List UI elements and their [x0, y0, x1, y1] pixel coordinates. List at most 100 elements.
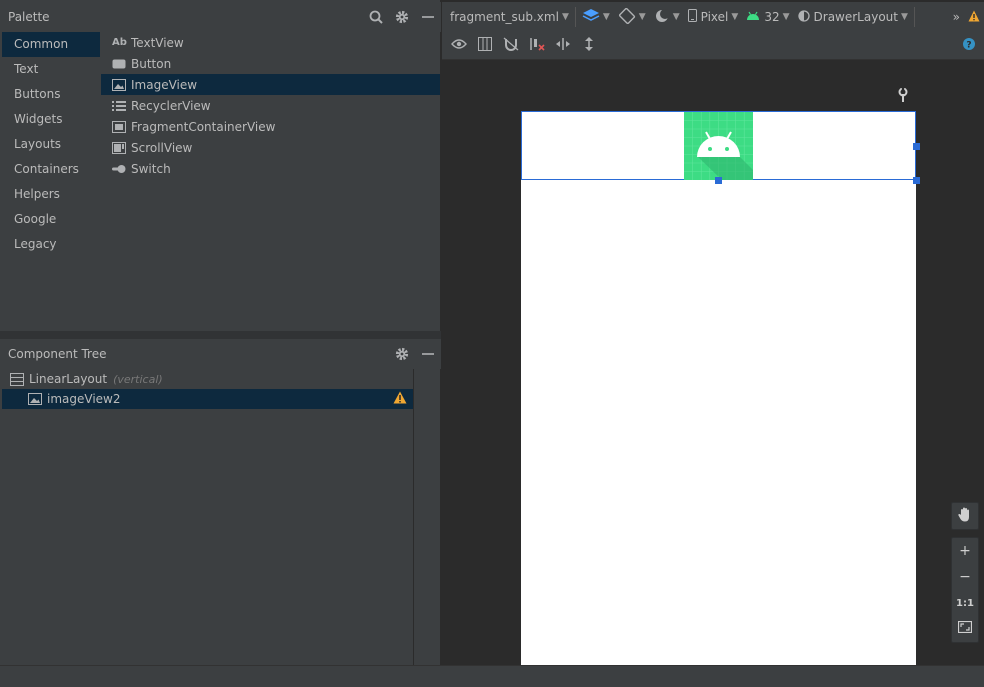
widget-fragmentcontainerview[interactable]: FragmentContainerView — [101, 116, 440, 137]
vertical-guideline-button[interactable] — [576, 32, 602, 60]
widget-imageview[interactable]: ImageView — [101, 74, 440, 95]
status-bar — [0, 665, 984, 687]
chevron-down-icon: ▼ — [900, 12, 908, 22]
zoom-group: + − 1:1 — [951, 537, 979, 643]
autoconnect-button[interactable] — [498, 32, 524, 60]
design-surface-button[interactable]: ▼ — [578, 2, 614, 32]
component-tree-header: Component Tree — [0, 339, 441, 369]
widget-scrollview[interactable]: ScrollView — [101, 137, 440, 158]
night-mode-button[interactable]: ▼ — [650, 2, 684, 32]
widget-label: ScrollView — [131, 140, 193, 155]
category-google[interactable]: Google — [2, 207, 100, 232]
imageview-icon — [28, 392, 44, 406]
svg-text:?: ? — [966, 41, 971, 51]
widget-label: RecyclerView — [131, 98, 211, 113]
widget-label: ImageView — [131, 77, 198, 92]
minimize-icon[interactable] — [415, 2, 441, 32]
phone-icon — [687, 9, 697, 25]
widget-button[interactable]: Button — [101, 53, 440, 74]
zoom-in-button[interactable]: + — [952, 538, 978, 564]
minimize-icon[interactable] — [415, 339, 441, 369]
recyclerview-icon — [112, 99, 129, 113]
help-icon: ? — [963, 38, 975, 53]
magnet-off-icon — [503, 37, 519, 54]
pan-button[interactable] — [952, 503, 978, 529]
palette-categories: Common Text Buttons Widgets Layouts Cont… — [2, 32, 100, 330]
widget-label: FragmentContainerView — [131, 119, 276, 134]
api-level: 32 — [764, 10, 780, 24]
palette-header: Palette — [0, 2, 441, 32]
left-panel: Palette Common Text Buttons Widgets Layo… — [0, 0, 441, 665]
tree-item-linearlayout[interactable]: LinearLayout (vertical) — [2, 369, 413, 389]
pan-group — [951, 502, 979, 530]
device-screen[interactable] — [521, 111, 920, 665]
help-button[interactable]: ? — [956, 32, 982, 60]
overflow-icon: » — [952, 10, 960, 24]
fit-screen-icon — [957, 620, 973, 637]
category-buttons[interactable]: Buttons — [2, 82, 100, 107]
gear-icon[interactable] — [389, 2, 415, 32]
warning-icon[interactable] — [393, 391, 407, 407]
chevron-down-icon: ▼ — [638, 12, 646, 22]
search-icon[interactable] — [363, 2, 389, 32]
imageview-preview[interactable] — [684, 112, 753, 180]
widget-label: Switch — [131, 161, 171, 176]
linearlayout-icon — [10, 372, 26, 386]
android-icon — [684, 112, 753, 180]
wrench-icon[interactable] — [897, 87, 909, 105]
horizontal-guideline-button[interactable] — [550, 32, 576, 60]
layout-toolbar: ? — [442, 32, 984, 60]
resize-handle-right[interactable] — [913, 143, 920, 150]
button-icon — [112, 57, 129, 71]
device-selector[interactable]: Pixel ▼ — [684, 2, 743, 32]
design-canvas[interactable]: + − 1:1 — [442, 60, 984, 665]
tree-item-label: LinearLayout — [29, 372, 108, 386]
device-name: Pixel — [700, 10, 729, 24]
tree-item-label: imageView2 — [47, 392, 121, 406]
imageview-icon — [112, 78, 129, 92]
widget-label: Button — [131, 56, 172, 71]
resize-handle-bottom[interactable] — [715, 177, 722, 184]
clear-constraints-button[interactable] — [524, 32, 550, 60]
eye-icon — [451, 38, 467, 53]
zoom-out-button[interactable]: − — [952, 564, 978, 590]
zoom-actual-button[interactable]: 1:1 — [952, 590, 978, 616]
moon-icon — [654, 8, 670, 27]
hand-icon — [958, 507, 972, 526]
category-helpers[interactable]: Helpers — [2, 182, 100, 207]
palette-title: Palette — [8, 10, 50, 24]
horizontal-resize-icon — [555, 37, 571, 54]
panel-splitter[interactable] — [0, 331, 441, 339]
orientation-button[interactable]: ▼ — [614, 2, 650, 32]
category-widgets[interactable]: Widgets — [2, 107, 100, 132]
overflow-button[interactable]: » — [949, 2, 964, 32]
theme-name: DrawerLayout — [813, 10, 898, 24]
view-options-button[interactable] — [446, 32, 472, 60]
category-text[interactable]: Text — [2, 57, 100, 82]
widget-switch[interactable]: Switch — [101, 158, 440, 179]
theme-selector[interactable]: DrawerLayout ▼ — [794, 2, 912, 32]
category-legacy[interactable]: Legacy — [2, 232, 100, 257]
theme-icon — [797, 9, 810, 25]
file-selector[interactable]: fragment_sub.xml ▼ — [442, 2, 573, 32]
switch-icon — [112, 162, 129, 176]
tree-item-imageview2[interactable]: imageView2 — [2, 389, 413, 409]
chevron-down-icon: ▼ — [672, 12, 680, 22]
category-containers[interactable]: Containers — [2, 157, 100, 182]
category-common[interactable]: Common — [2, 32, 100, 57]
blueprint-button[interactable] — [472, 32, 498, 60]
tree-item-hint: (vertical) — [113, 372, 163, 386]
zoom-fit-button[interactable] — [952, 616, 978, 642]
resize-handle-corner[interactable] — [913, 177, 920, 184]
api-level-selector[interactable]: 32 ▼ — [742, 2, 793, 32]
chevron-down-icon: ▼ — [782, 12, 790, 22]
chevron-down-icon: ▼ — [731, 12, 739, 22]
widget-textview[interactable]: Ab TextView — [101, 32, 440, 53]
palette-widgets: Ab TextView Button ImageView RecyclerVie… — [101, 32, 440, 330]
warning-button[interactable] — [964, 2, 984, 32]
component-tree: LinearLayout (vertical) imageView2 — [2, 369, 414, 665]
widget-label: TextView — [131, 35, 184, 50]
widget-recyclerview[interactable]: RecyclerView — [101, 95, 440, 116]
category-layouts[interactable]: Layouts — [2, 132, 100, 157]
gear-icon[interactable] — [389, 339, 415, 369]
